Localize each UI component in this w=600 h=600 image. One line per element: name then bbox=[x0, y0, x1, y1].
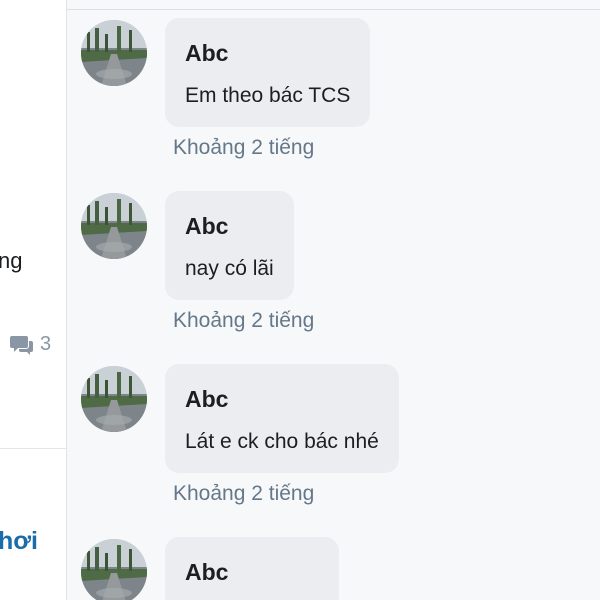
comments-panel: Abc Em theo bác TCS Khoảng 2 tiếng Abc n… bbox=[66, 0, 600, 600]
comment-text: Em theo bác TCS bbox=[185, 84, 351, 107]
panel-top-divider bbox=[67, 9, 600, 10]
avatar[interactable] bbox=[81, 20, 147, 86]
comment-bubble: Abc Lát e ck cho bác nhé bbox=[165, 364, 399, 473]
avatar[interactable] bbox=[81, 366, 147, 432]
comment-count-label: 3 bbox=[40, 333, 52, 355]
screen: ng 3 hơi Abc Em theo bác TCS Khoảng 2 ti… bbox=[0, 0, 600, 600]
comment-bubble: Abc nay có lãi bbox=[165, 191, 294, 300]
avatar[interactable] bbox=[81, 539, 147, 600]
comment-text: Lát e ck cho bác nhé bbox=[185, 430, 379, 453]
comment-author[interactable]: Abc bbox=[185, 558, 319, 586]
comment-time[interactable]: Khoảng 2 tiếng bbox=[173, 482, 314, 506]
comment-author[interactable]: Abc bbox=[185, 212, 274, 240]
comment-author[interactable]: Abc bbox=[185, 39, 350, 67]
feed-comment-count[interactable]: 3 bbox=[10, 333, 51, 356]
comment-time[interactable]: Khoảng 2 tiếng bbox=[173, 136, 314, 160]
avatar[interactable] bbox=[81, 193, 147, 259]
comment-author[interactable]: Abc bbox=[185, 385, 379, 413]
divider bbox=[0, 448, 66, 449]
comment-bubble: Abc bbox=[165, 537, 339, 600]
comment-time[interactable]: Khoảng 2 tiếng bbox=[173, 309, 314, 333]
feed-partial-link[interactable]: hơi bbox=[0, 527, 38, 556]
comment-bubbles-icon bbox=[10, 334, 34, 356]
feed-partial-text: ng bbox=[0, 248, 23, 273]
feed-background: ng 3 hơi bbox=[0, 0, 66, 600]
comment-bubble: Abc Em theo bác TCS bbox=[165, 18, 371, 127]
comment-text: nay có lãi bbox=[185, 257, 274, 280]
